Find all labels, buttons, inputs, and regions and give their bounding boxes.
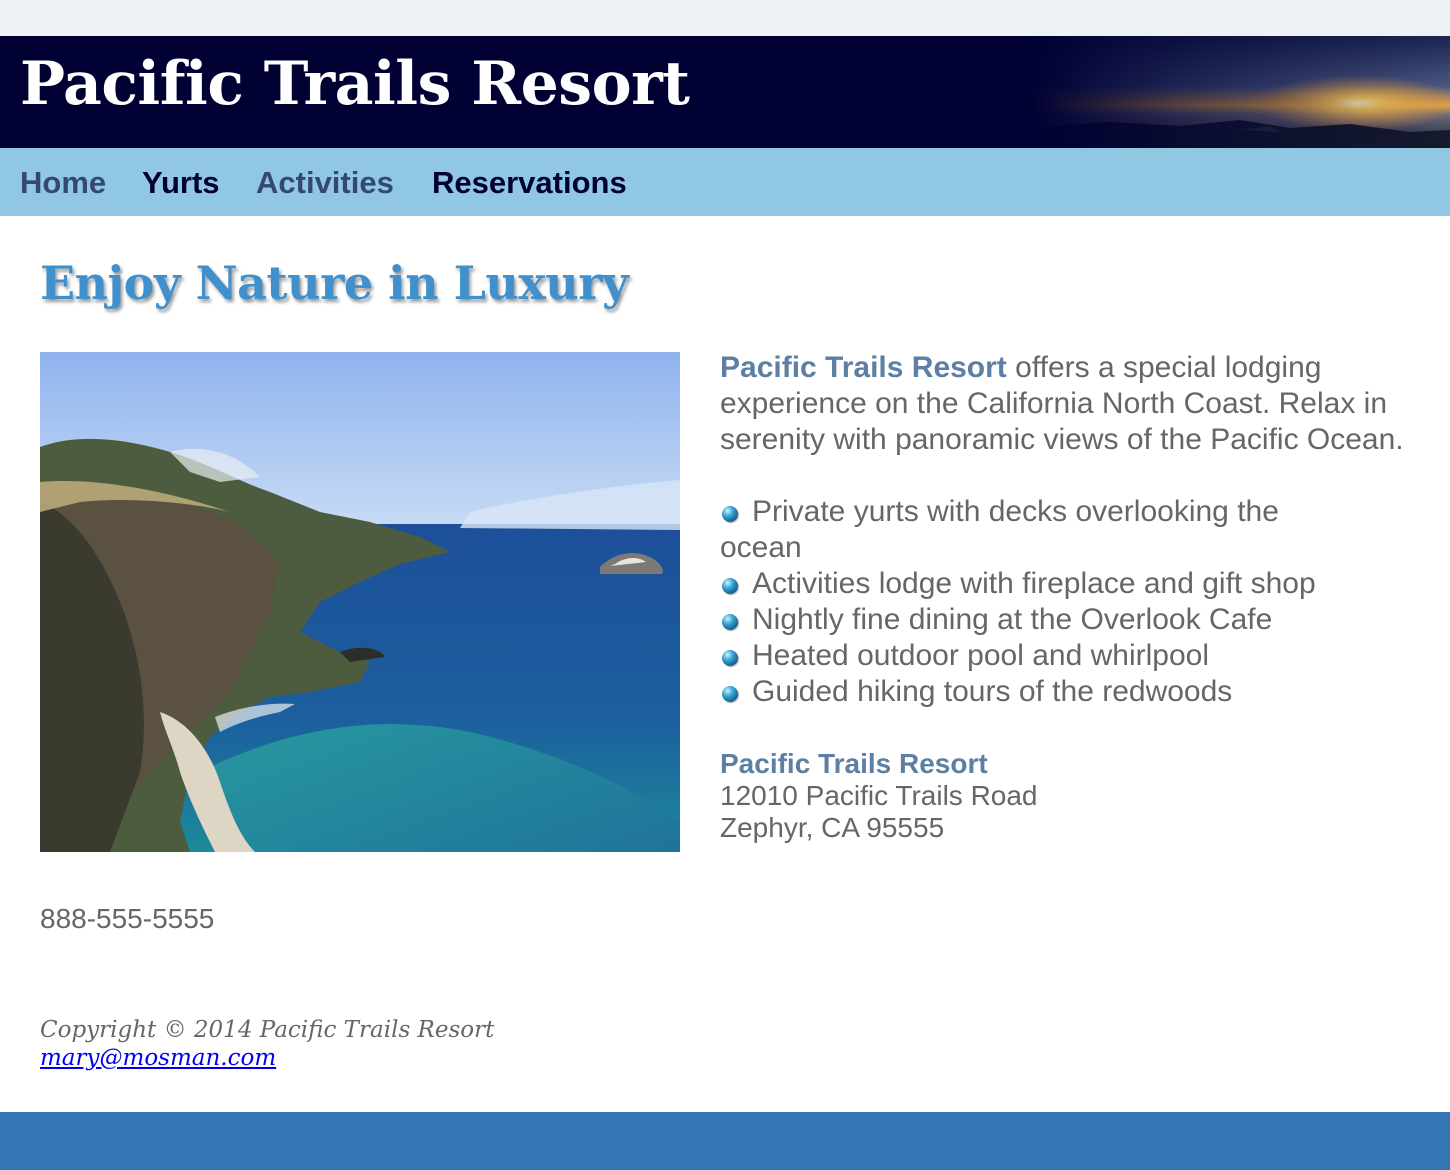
address-name: Pacific Trails Resort	[720, 748, 988, 779]
site-header: Pacific Trails Resort	[0, 36, 1450, 148]
copyright-text: Copyright © 2014 Pacific Trails Resort	[40, 1017, 495, 1043]
feature-text: Nightly fine dining at the Overlook Cafe	[752, 603, 1273, 636]
nav-link-activities[interactable]: Activities	[256, 164, 394, 201]
contact-address: Pacific Trails Resort 12010 Pacific Trai…	[720, 748, 1420, 844]
email-link[interactable]: mary@mosman.com	[40, 1044, 494, 1072]
list-item: Heated outdoor pool and whirlpool	[720, 638, 1420, 674]
list-item: Private yurts with decks overlooking the…	[720, 494, 1420, 566]
site-title: Pacific Trails Resort	[20, 49, 690, 119]
list-item: Nightly fine dining at the Overlook Cafe	[720, 602, 1420, 638]
feature-text: Activities lodge with fireplace and gift…	[752, 567, 1316, 600]
bullet-icon	[722, 686, 738, 702]
coastline-hero-image	[40, 352, 680, 852]
nav-link-reservations[interactable]: Reservations	[432, 164, 627, 201]
sunset-banner-image	[1030, 36, 1450, 148]
feature-text: Guided hiking tours of the redwoods	[752, 675, 1233, 708]
feature-text-continued: ocean	[720, 531, 802, 564]
intro-paragraph: Pacific Trails Resort offers a special l…	[720, 350, 1420, 458]
bullet-icon	[722, 506, 738, 522]
content-right-column: Pacific Trails Resort offers a special l…	[720, 350, 1420, 844]
bottom-bar	[0, 1112, 1450, 1170]
list-item: Activities lodge with fireplace and gift…	[720, 566, 1420, 602]
page-footer: Copyright © 2014 Pacific Trails Resort m…	[40, 1016, 494, 1072]
features-list: Private yurts with decks overlooking the…	[720, 494, 1420, 710]
address-city: Zephyr, CA 95555	[720, 812, 945, 843]
main-nav: Home Yurts Activities Reservations	[0, 148, 1450, 216]
phone-number: 888-555-5555	[40, 903, 215, 934]
bullet-icon	[722, 614, 738, 630]
feature-text: Heated outdoor pool and whirlpool	[752, 639, 1209, 672]
nav-link-yurts[interactable]: Yurts	[142, 164, 220, 201]
address-street: 12010 Pacific Trails Road	[720, 780, 1038, 811]
page-heading: Enjoy Nature in Luxury	[40, 256, 629, 310]
bullet-icon	[722, 650, 738, 666]
intro-brand: Pacific Trails Resort	[720, 351, 1007, 384]
nav-link-home[interactable]: Home	[20, 164, 106, 201]
coastline-photo	[40, 352, 680, 852]
feature-text: Private yurts with decks overlooking the	[752, 495, 1279, 528]
page: Pacific Trails Resort Home Yurts Activit…	[0, 36, 1450, 1170]
list-item: Guided hiking tours of the redwoods	[720, 674, 1420, 710]
bullet-icon	[722, 578, 738, 594]
